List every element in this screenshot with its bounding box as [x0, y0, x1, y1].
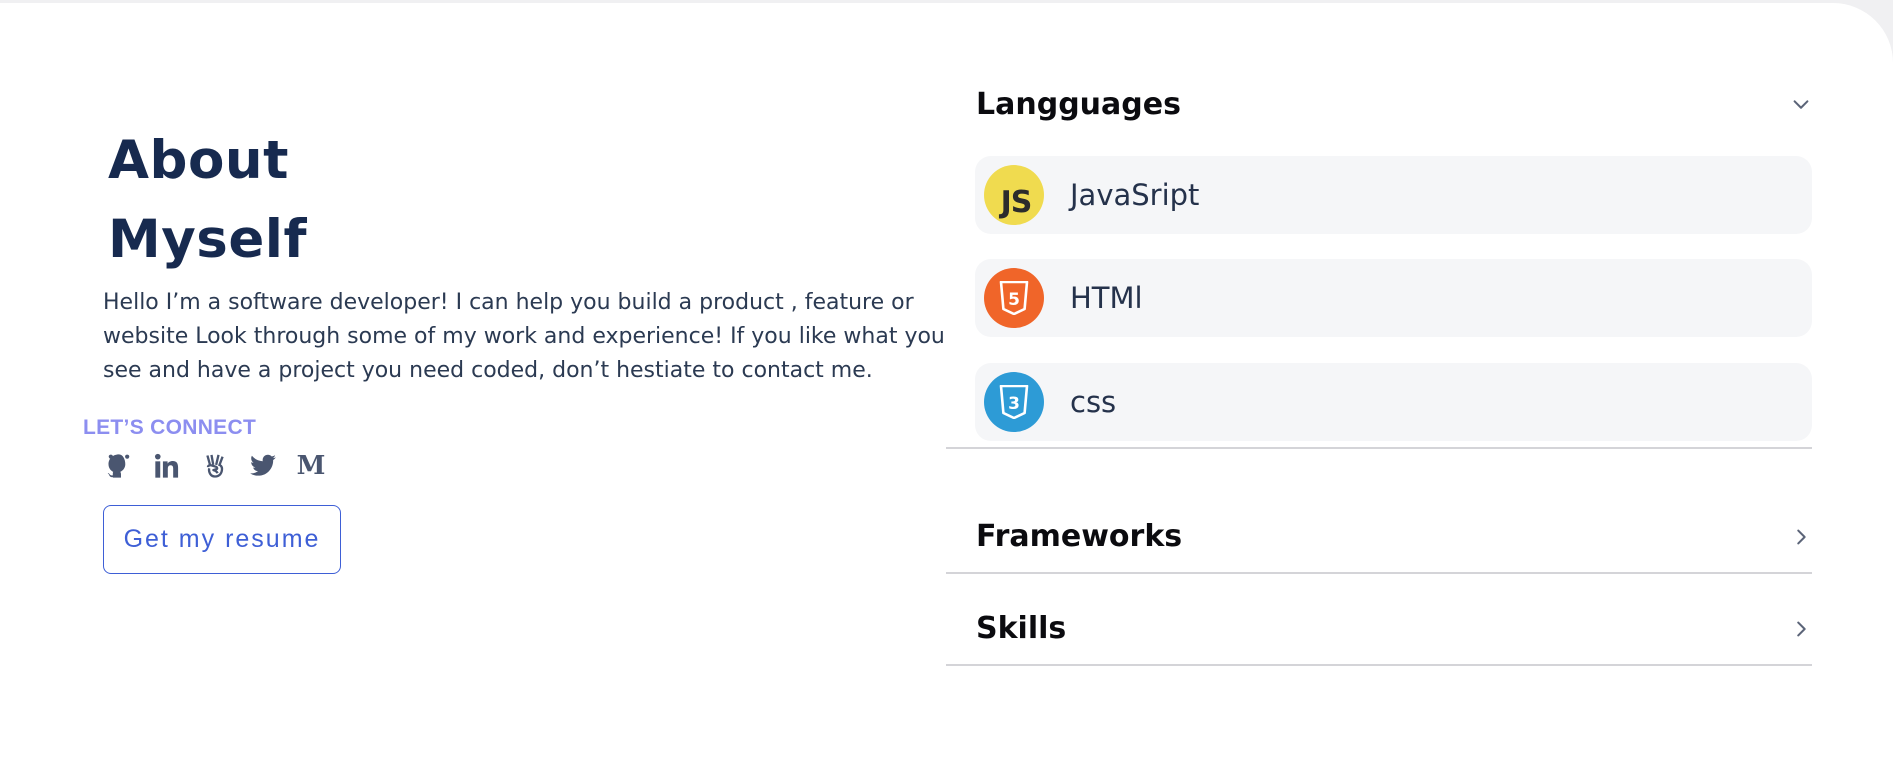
html5-shield-shape: 5 [999, 281, 1029, 315]
linkedin-link[interactable] [152, 451, 182, 481]
accordion-header-languages[interactable]: Langguages [976, 87, 1812, 122]
css3-icon-text: 3 [1008, 394, 1020, 414]
twitter-link[interactable] [248, 451, 278, 481]
github-link[interactable] [104, 451, 134, 481]
language-label: css [1070, 385, 1117, 419]
css3-icon: 3 [984, 372, 1044, 432]
html5-icon-text: 5 [1008, 290, 1020, 310]
language-item-javascript[interactable]: JS JavaSript [975, 156, 1812, 234]
github-icon [107, 454, 130, 478]
html5-icon: 5 [984, 268, 1044, 328]
javascript-icon: JS [984, 165, 1044, 225]
accordion-title-frameworks: Frameworks [976, 519, 1183, 554]
twitter-icon [250, 454, 276, 476]
page-title: About Myself [108, 121, 307, 279]
social-links: M [104, 451, 326, 481]
connect-label: LET’S CONNECT [83, 416, 257, 439]
css3-shield-shape: 3 [999, 385, 1029, 419]
chevron-right-icon [1797, 621, 1806, 636]
accordion-header-skills[interactable]: Skills [976, 611, 1812, 646]
chevron-down-icon [1793, 99, 1809, 109]
angellist-link[interactable] [200, 451, 230, 481]
language-label: HTMl [1070, 281, 1143, 315]
title-line-1: About [108, 130, 289, 191]
bio-text: Hello I’m a software developer! I can he… [103, 290, 945, 383]
language-item-css[interactable]: 3 css [975, 363, 1812, 441]
get-resume-button[interactable]: Get my resume [103, 505, 341, 574]
section-divider [946, 447, 1812, 449]
linkedin-icon [154, 453, 179, 478]
medium-icon: M [296, 451, 326, 481]
accordion-header-frameworks[interactable]: Frameworks [976, 519, 1812, 554]
language-item-html[interactable]: 5 HTMl [975, 259, 1812, 337]
title-line-2: Myself [108, 209, 308, 270]
accordion-title-skills: Skills [976, 611, 1067, 646]
section-divider [946, 572, 1812, 574]
about-card: About Myself Hello I’m a software develo… [0, 3, 1893, 771]
angellist-icon [206, 454, 224, 478]
javascript-icon-text: JS [1000, 184, 1033, 220]
section-divider [946, 664, 1812, 666]
medium-link[interactable]: M [296, 451, 326, 481]
accordion-title-languages: Langguages [976, 87, 1181, 122]
chevron-right-icon [1797, 529, 1806, 544]
language-label: JavaSript [1070, 178, 1200, 212]
